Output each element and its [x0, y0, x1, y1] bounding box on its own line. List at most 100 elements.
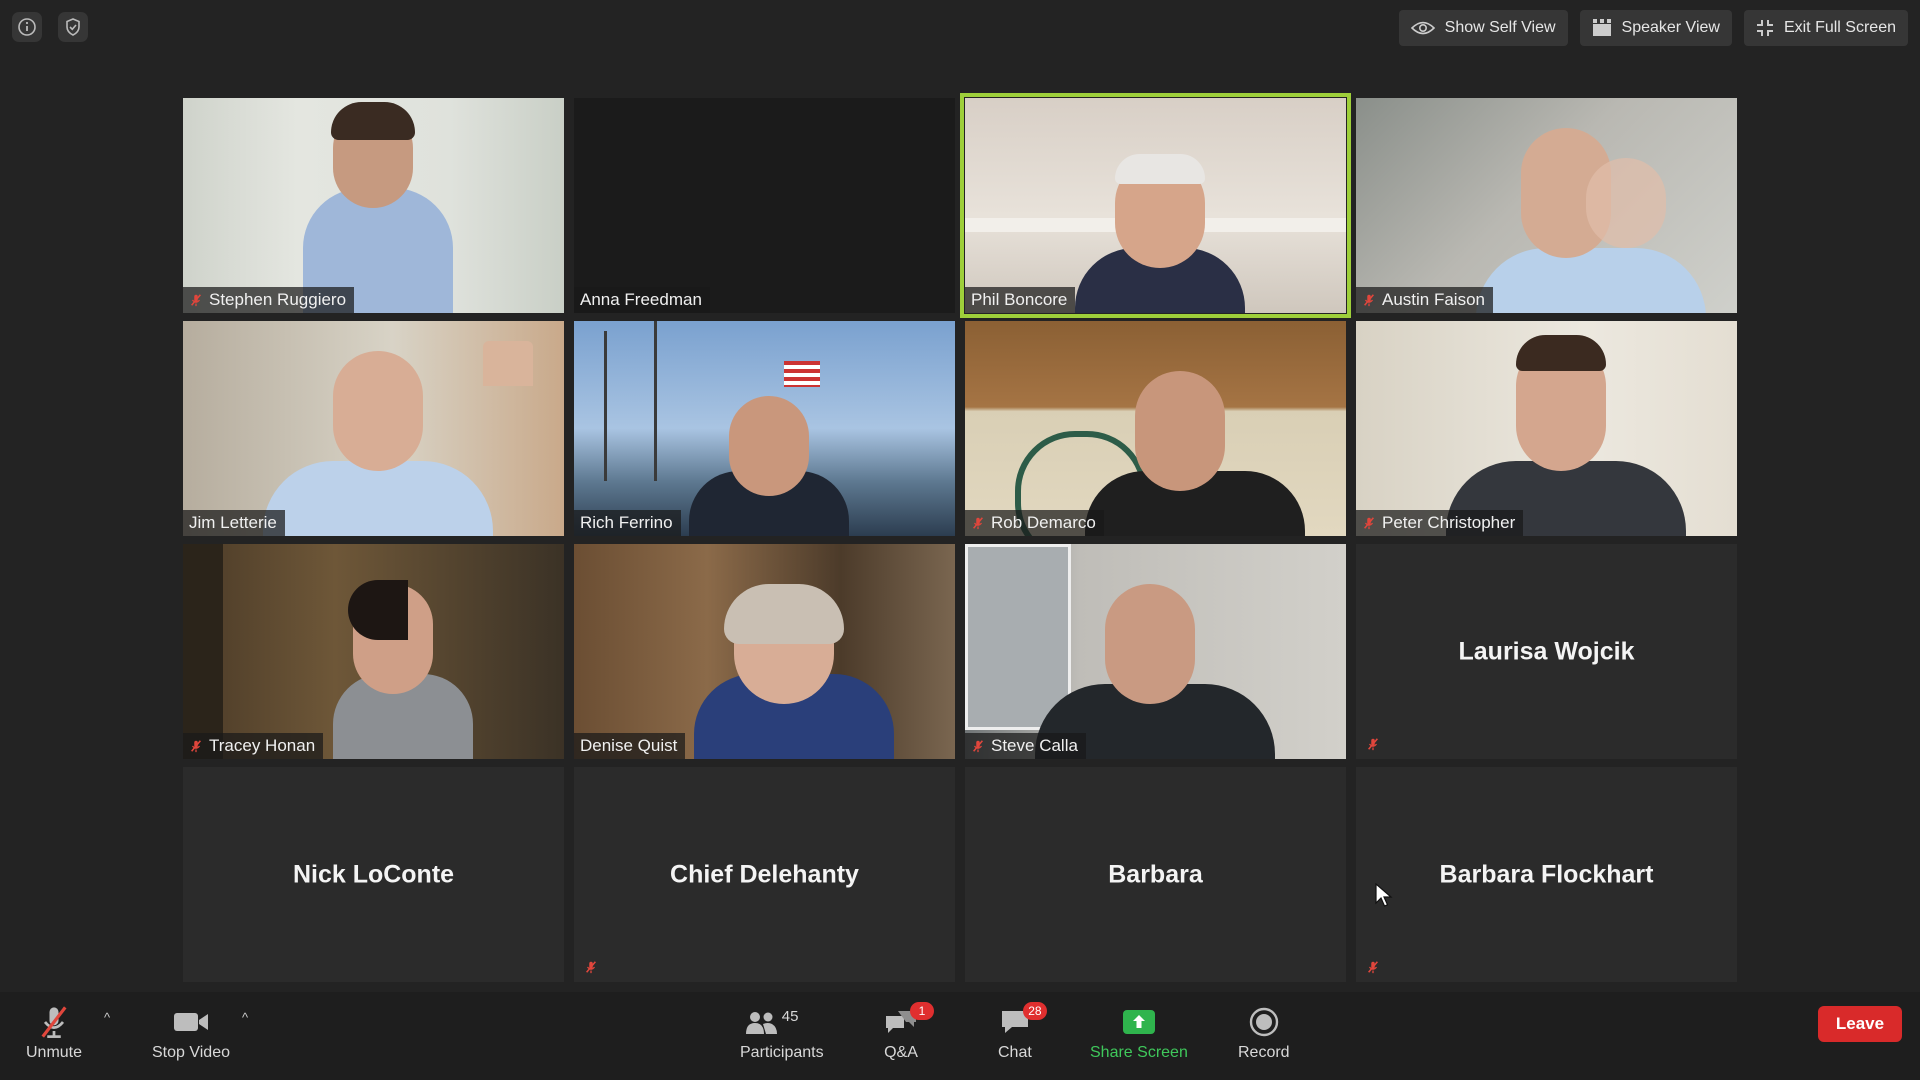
- participant-tile[interactable]: Denise Quist: [574, 544, 955, 759]
- muted-mic-icon: [584, 960, 598, 974]
- video-feed: [965, 544, 1346, 759]
- participant-name-label: Stephen Ruggiero: [183, 287, 355, 313]
- muted-mic-icon: [189, 293, 203, 307]
- video-feed: [183, 321, 564, 536]
- mouse-cursor-icon: [1375, 883, 1393, 907]
- participant-name-label: Rob Demarco: [965, 510, 1104, 536]
- participant-name-label: Denise Quist: [574, 733, 686, 759]
- participants-label: Participants: [740, 1044, 824, 1061]
- participant-tile[interactable]: Chief Delehanty: [574, 767, 955, 982]
- gallery-grid: Stephen Ruggiero Anna Freedman Phil Bonc…: [183, 93, 1737, 982]
- meeting-toolbar: Unmute ^ Stop Video ^ 45 Participants 1 …: [0, 992, 1920, 1080]
- security-button[interactable]: [58, 12, 88, 42]
- info-icon: [18, 18, 36, 36]
- muted-mic-icon: [1366, 737, 1380, 751]
- participant-name: Peter Christopher: [1382, 513, 1516, 532]
- participant-name-label: Steve Calla: [965, 733, 1086, 759]
- video-icon-wrap: [173, 1004, 209, 1040]
- shield-icon: [66, 18, 80, 36]
- muted-mic-icon: [1366, 960, 1380, 974]
- audio-options-caret-icon[interactable]: ^: [104, 1010, 110, 1025]
- video-camera-icon: [174, 1013, 208, 1031]
- chat-button[interactable]: 28 Chat: [998, 1002, 1047, 1062]
- participant-tile[interactable]: Stephen Ruggiero: [183, 98, 564, 313]
- participant-name: Stephen Ruggiero: [209, 290, 347, 309]
- participant-name: Steve Calla: [991, 736, 1078, 755]
- participant-tile[interactable]: Austin Faison: [1356, 98, 1737, 313]
- qa-button[interactable]: 1 Q&A: [884, 1002, 934, 1062]
- participant-name: Phil Boncore: [971, 290, 1068, 309]
- participant-name: Barbara: [1108, 860, 1203, 888]
- muted-mic-icon: [1362, 293, 1376, 307]
- exit-full-screen-button[interactable]: Exit Full Screen: [1743, 10, 1908, 46]
- participant-tile[interactable]: Peter Christopher: [1356, 321, 1737, 536]
- stop-video-button[interactable]: Stop Video: [152, 1004, 230, 1062]
- participant-name-label: Rich Ferrino: [574, 510, 681, 536]
- video-feed: [965, 98, 1346, 313]
- participants-button[interactable]: 45 Participants: [740, 1004, 824, 1062]
- share-screen-button[interactable]: Share Screen: [1090, 1004, 1188, 1062]
- top-right-controls: Show Self View Speaker View Exit Full Sc…: [1398, 10, 1908, 46]
- leave-meeting-button[interactable]: Leave: [1818, 1006, 1902, 1042]
- participant-tile[interactable]: Rich Ferrino: [574, 321, 955, 536]
- participant-name: Tracey Honan: [209, 736, 316, 755]
- participant-name: Barbara Flockhart: [1439, 860, 1654, 888]
- participant-name: Laurisa Wojcik: [1458, 637, 1635, 665]
- participant-name: Rich Ferrino: [580, 513, 673, 532]
- participant-tile[interactable]: Nick LoConte: [183, 767, 564, 982]
- unmute-button[interactable]: Unmute: [26, 1004, 82, 1062]
- qa-icon-wrap: 1: [884, 1002, 934, 1040]
- share-icon-wrap: [1122, 1004, 1156, 1040]
- participant-name-label: Peter Christopher: [1356, 510, 1524, 536]
- muted-mic-icon: [971, 739, 985, 753]
- show-self-view-button[interactable]: Show Self View: [1398, 10, 1568, 46]
- video-options-caret-icon[interactable]: ^: [242, 1010, 248, 1025]
- record-icon-wrap: [1249, 1004, 1279, 1040]
- participant-tile[interactable]: Rob Demarco: [965, 321, 1346, 536]
- chat-badge: 28: [1022, 1002, 1047, 1020]
- participant-tile[interactable]: Barbara: [965, 767, 1346, 982]
- participant-name: Austin Faison: [1382, 290, 1485, 309]
- stop-video-label: Stop Video: [152, 1044, 230, 1061]
- speaker-view-icon: [1592, 19, 1611, 36]
- record-icon: [1249, 1007, 1278, 1037]
- video-feed: [1356, 98, 1737, 313]
- top-left-controls: [12, 12, 88, 42]
- share-screen-icon: [1122, 1010, 1155, 1034]
- video-feed: [574, 321, 955, 536]
- unmute-label: Unmute: [26, 1044, 83, 1061]
- exit-full-screen-label: Exit Full Screen: [1783, 19, 1896, 36]
- speaker-view-button[interactable]: Speaker View: [1579, 10, 1732, 46]
- participant-name-label: Tracey Honan: [183, 733, 324, 759]
- participants-icon: [745, 1012, 777, 1034]
- participant-tile[interactable]: Laurisa Wojcik: [1356, 544, 1737, 759]
- participant-name-label: Phil Boncore: [965, 287, 1076, 313]
- participant-tile[interactable]: Tracey Honan: [183, 544, 564, 759]
- participant-name-label: Anna Freedman: [574, 287, 710, 313]
- muted-mic-icon: [189, 739, 203, 753]
- muted-microphone-icon: [41, 1006, 67, 1038]
- participant-tile[interactable]: Steve Calla: [965, 544, 1346, 759]
- muted-mic-icon: [971, 516, 985, 530]
- muted-mic-icon: [1362, 516, 1376, 530]
- qa-label: Q&A: [884, 1044, 918, 1061]
- participant-tile[interactable]: Jim Letterie: [183, 321, 564, 536]
- participant-tile[interactable]: Barbara Flockhart: [1356, 767, 1737, 982]
- exit-full-screen-icon: [1756, 20, 1773, 36]
- unmute-icon-wrap: [36, 1004, 72, 1040]
- chat-label: Chat: [998, 1044, 1032, 1061]
- eye-icon: [1410, 21, 1435, 35]
- participant-tile-active-speaker[interactable]: Phil Boncore: [960, 93, 1351, 318]
- video-feed: [1356, 321, 1737, 536]
- participant-name: Nick LoConte: [292, 860, 455, 888]
- meeting-info-button[interactable]: [12, 12, 42, 42]
- share-screen-label: Share Screen: [1090, 1044, 1188, 1061]
- participant-name: Rob Demarco: [991, 513, 1096, 532]
- record-button[interactable]: Record: [1238, 1004, 1290, 1062]
- video-feed: [574, 544, 955, 759]
- record-label: Record: [1238, 1044, 1290, 1061]
- qa-badge: 1: [910, 1002, 934, 1020]
- chat-icon-wrap: 28: [999, 1002, 1047, 1040]
- participant-name: Chief Delehanty: [670, 860, 859, 888]
- participant-tile[interactable]: Anna Freedman: [574, 98, 955, 313]
